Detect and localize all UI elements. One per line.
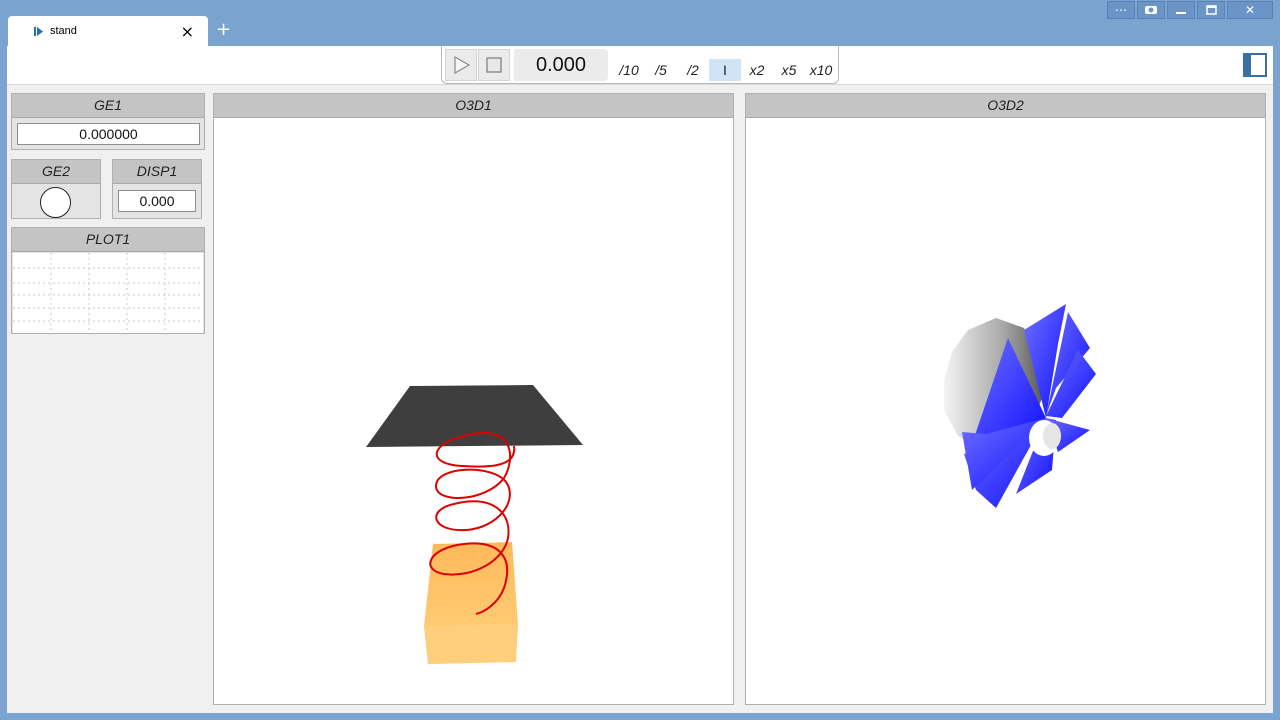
o3d1-scene (366, 385, 583, 664)
ge2-panel: GE2 (11, 159, 101, 219)
main-area: 0.000 /10 /5 /2 I x2 x5 x10 GE1 0.000000… (7, 46, 1273, 713)
disp1-value: 0.000 (118, 190, 196, 212)
ge2-indicator-lamp (40, 187, 71, 218)
close-window-icon[interactable]: ✕ (1227, 1, 1273, 19)
o3d2-view[interactable]: O3D2 (745, 93, 1266, 705)
plot1-panel: PLOT1 (11, 227, 205, 334)
time-display: 0.000 (514, 49, 608, 81)
play-button[interactable] (445, 49, 477, 81)
maximize-icon[interactable] (1197, 1, 1225, 19)
o3d2-title: O3D2 (746, 94, 1265, 118)
o3d1-view[interactable]: O3D1 (213, 93, 734, 705)
o3d1-title: O3D1 (214, 94, 733, 118)
speed-div2[interactable]: /2 (682, 59, 704, 81)
plot1-grid (13, 253, 203, 333)
tab-bar: stand × + (8, 16, 231, 46)
more-options-icon[interactable]: ⋯ (1107, 1, 1135, 19)
layout-toggle-icon[interactable] (1243, 53, 1267, 77)
plot1-title: PLOT1 (12, 228, 204, 252)
speed-div5[interactable]: /5 (650, 59, 672, 81)
speed-normal[interactable]: I (709, 59, 741, 81)
screenshot-icon[interactable] (1137, 1, 1165, 19)
speed-x2[interactable]: x2 (746, 59, 768, 81)
stop-icon (486, 57, 502, 73)
o3d2-scene (944, 304, 1096, 508)
disp1-panel: DISP1 0.000 (112, 159, 202, 219)
minimize-icon[interactable] (1167, 1, 1195, 19)
disp1-title: DISP1 (113, 160, 201, 184)
top-plate (366, 385, 583, 447)
tab-stand[interactable]: stand × (8, 16, 208, 46)
speed-div10[interactable]: /10 (616, 59, 642, 81)
speed-x10[interactable]: x10 (808, 59, 834, 81)
plot1-area (13, 253, 203, 333)
playback-controls: 0.000 /10 /5 /2 I x2 x5 x10 (441, 46, 839, 84)
ge1-panel: GE1 0.000000 (11, 93, 205, 150)
speed-x5[interactable]: x5 (778, 59, 800, 81)
play-icon (454, 55, 471, 75)
tab-label: stand (50, 25, 77, 37)
play-sim-icon (34, 27, 43, 36)
close-tab-icon[interactable]: × (181, 22, 194, 41)
ge1-value[interactable]: 0.000000 (17, 123, 200, 145)
window-controls: ⋯ ✕ (1107, 1, 1273, 19)
stop-button[interactable] (478, 49, 510, 81)
new-tab-icon[interactable]: + (216, 19, 231, 40)
ge2-title: GE2 (12, 160, 100, 184)
ge1-title: GE1 (12, 94, 204, 118)
toolbar: 0.000 /10 /5 /2 I x2 x5 x10 (7, 46, 1273, 85)
